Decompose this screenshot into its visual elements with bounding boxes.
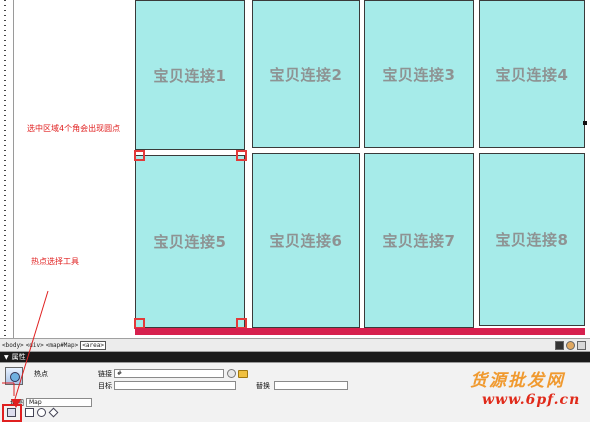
hotspot-area-6[interactable]: 宝贝连接6	[252, 153, 360, 328]
target-label: 目标	[98, 382, 112, 390]
hotspot-tool-note: 热点选择工具	[31, 257, 79, 266]
tool-highlight-box	[2, 404, 22, 422]
corner-points-note: 选中区域4个角会出现圆点	[27, 124, 121, 133]
point-to-file-icon[interactable]	[227, 369, 236, 378]
collapse-triangle-icon[interactable]: ▼	[4, 354, 9, 361]
target-select[interactable]	[114, 381, 236, 390]
select-tool-icon[interactable]	[555, 341, 564, 350]
map-name-input[interactable]: Map	[26, 398, 92, 407]
tag-area[interactable]: <area>	[80, 340, 106, 350]
hotspot-label: 宝贝连接2	[269, 65, 343, 84]
rectangle-hotspot-icon[interactable]	[25, 408, 34, 417]
hotspot-area-2[interactable]: 宝贝连接2	[252, 0, 360, 148]
alt-label: 替换	[256, 382, 270, 390]
tagbar-tools	[555, 341, 586, 350]
hotspot-area-7[interactable]: 宝贝连接7	[364, 153, 474, 328]
vertical-ruler	[0, 0, 14, 338]
link-input[interactable]: #	[114, 369, 224, 378]
tag-map[interactable]: <map#Map>	[46, 342, 79, 349]
corner-handle-top-left[interactable]	[134, 150, 145, 161]
circle-hotspot-icon[interactable]	[37, 408, 46, 417]
zoom-tool-icon[interactable]	[577, 341, 586, 350]
properties-panel-header[interactable]: ▼ 属性	[0, 352, 590, 362]
link-label: 链接	[98, 370, 112, 378]
hotspot-label: 宝贝连接1	[153, 66, 227, 85]
hotspot-label: 宝贝连接5	[153, 233, 227, 251]
image-map[interactable]: 宝贝连接1 宝贝连接2 宝贝连接3 宝贝连接4 宝贝连接5 宝贝连接6 宝贝连接…	[134, 0, 585, 336]
corner-handle-top-right[interactable]	[236, 150, 247, 161]
alt-input[interactable]	[274, 381, 348, 390]
hotspot-area-3[interactable]: 宝贝连接3	[364, 0, 474, 148]
watermark-title: 货源批发网	[470, 371, 565, 391]
hotspot-area-1[interactable]: 宝贝连接1	[135, 0, 245, 150]
resize-handle[interactable]	[583, 121, 587, 125]
watermark-url: www.6pf.cn	[482, 392, 581, 408]
tag-div[interactable]: <div>	[26, 342, 44, 349]
hotspot-area-8[interactable]: 宝贝连接8	[479, 153, 585, 326]
hotspot-label: 宝贝连接3	[382, 65, 456, 84]
tag-body[interactable]: <body>	[2, 342, 24, 349]
hotspot-label: 宝贝连接4	[495, 65, 569, 84]
hotspot-area-4[interactable]: 宝贝连接4	[479, 0, 585, 148]
selection-highlight-bar	[135, 328, 585, 335]
hotspot-label: 宝贝连接6	[269, 232, 343, 250]
hotspot-label: 宝贝连接8	[495, 231, 569, 249]
hotspot-area-5[interactable]: 宝贝连接5	[135, 155, 245, 328]
tag-selector-bar: <body> <div> <map#Map> <area>	[0, 338, 590, 352]
hand-tool-icon[interactable]	[566, 341, 575, 350]
hotspot-label: 宝贝连接7	[382, 232, 456, 250]
hotspot-type-label: 热点	[34, 370, 48, 378]
hotspot-tool-icon	[5, 367, 23, 385]
folder-icon[interactable]	[238, 370, 248, 378]
properties-title: 属性	[11, 353, 26, 361]
